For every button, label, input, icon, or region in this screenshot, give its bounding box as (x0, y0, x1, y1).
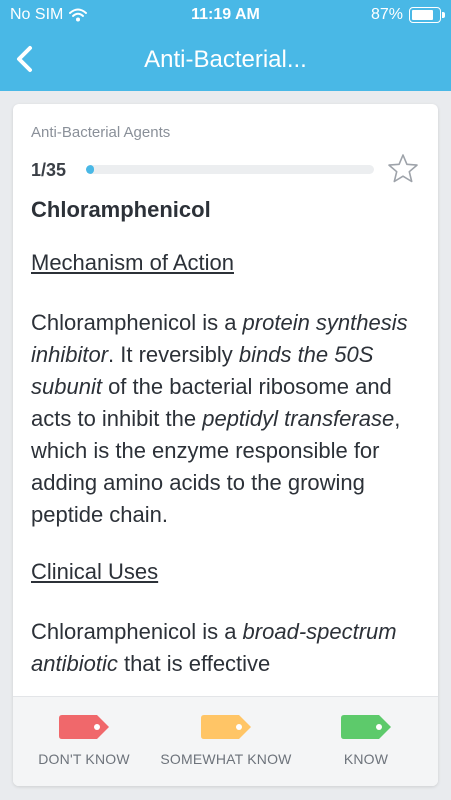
battery-icon (409, 7, 445, 23)
card-title: Chloramphenicol (31, 197, 211, 222)
flashcard: Anti-Bacterial Agents 1/35 Chloramphenic… (13, 104, 438, 786)
know-label: KNOW (343, 751, 389, 767)
paragraph-clinical-uses: Chloramphenicol is a broad-spectrum anti… (31, 619, 397, 676)
know-button[interactable]: KNOW (297, 697, 438, 786)
section-heading-clinical-uses: Clinical Uses (31, 559, 159, 584)
card-body: Mechanism of Action Chloramphenicol is a… (31, 247, 421, 696)
progress-bar (86, 165, 374, 174)
somewhat-know-button[interactable]: SOMEWHAT KNOW (155, 697, 297, 786)
deck-name: Anti-Bacterial Agents (31, 124, 171, 141)
progress-label: 1/35 (31, 160, 67, 180)
battery-percent: 87% (370, 6, 403, 23)
tag-icon (201, 715, 251, 739)
dont-know-button[interactable]: DON'T KNOW (13, 697, 155, 786)
star-icon[interactable] (386, 152, 420, 186)
rating-footer: DON'T KNOW SOMEWHAT KNOW KNOW (13, 696, 438, 786)
tag-icon (59, 715, 109, 739)
top-bar: No SIM 11:19 AM 87% Anti-Bacterial... (0, 0, 451, 91)
paragraph-mechanism: Chloramphenicol is a protein synthesis i… (31, 310, 408, 527)
tag-icon (341, 715, 391, 739)
status-bar: No SIM 11:19 AM 87% (0, 0, 451, 32)
section-heading-mechanism: Mechanism of Action (31, 250, 234, 275)
status-right: 87% (370, 6, 445, 24)
page-title: Anti-Bacterial... (144, 46, 307, 73)
nav-bar: Anti-Bacterial... (0, 32, 451, 91)
card-content[interactable]: Anti-Bacterial Agents 1/35 Chloramphenic… (31, 104, 421, 696)
progress-fill (86, 165, 95, 174)
